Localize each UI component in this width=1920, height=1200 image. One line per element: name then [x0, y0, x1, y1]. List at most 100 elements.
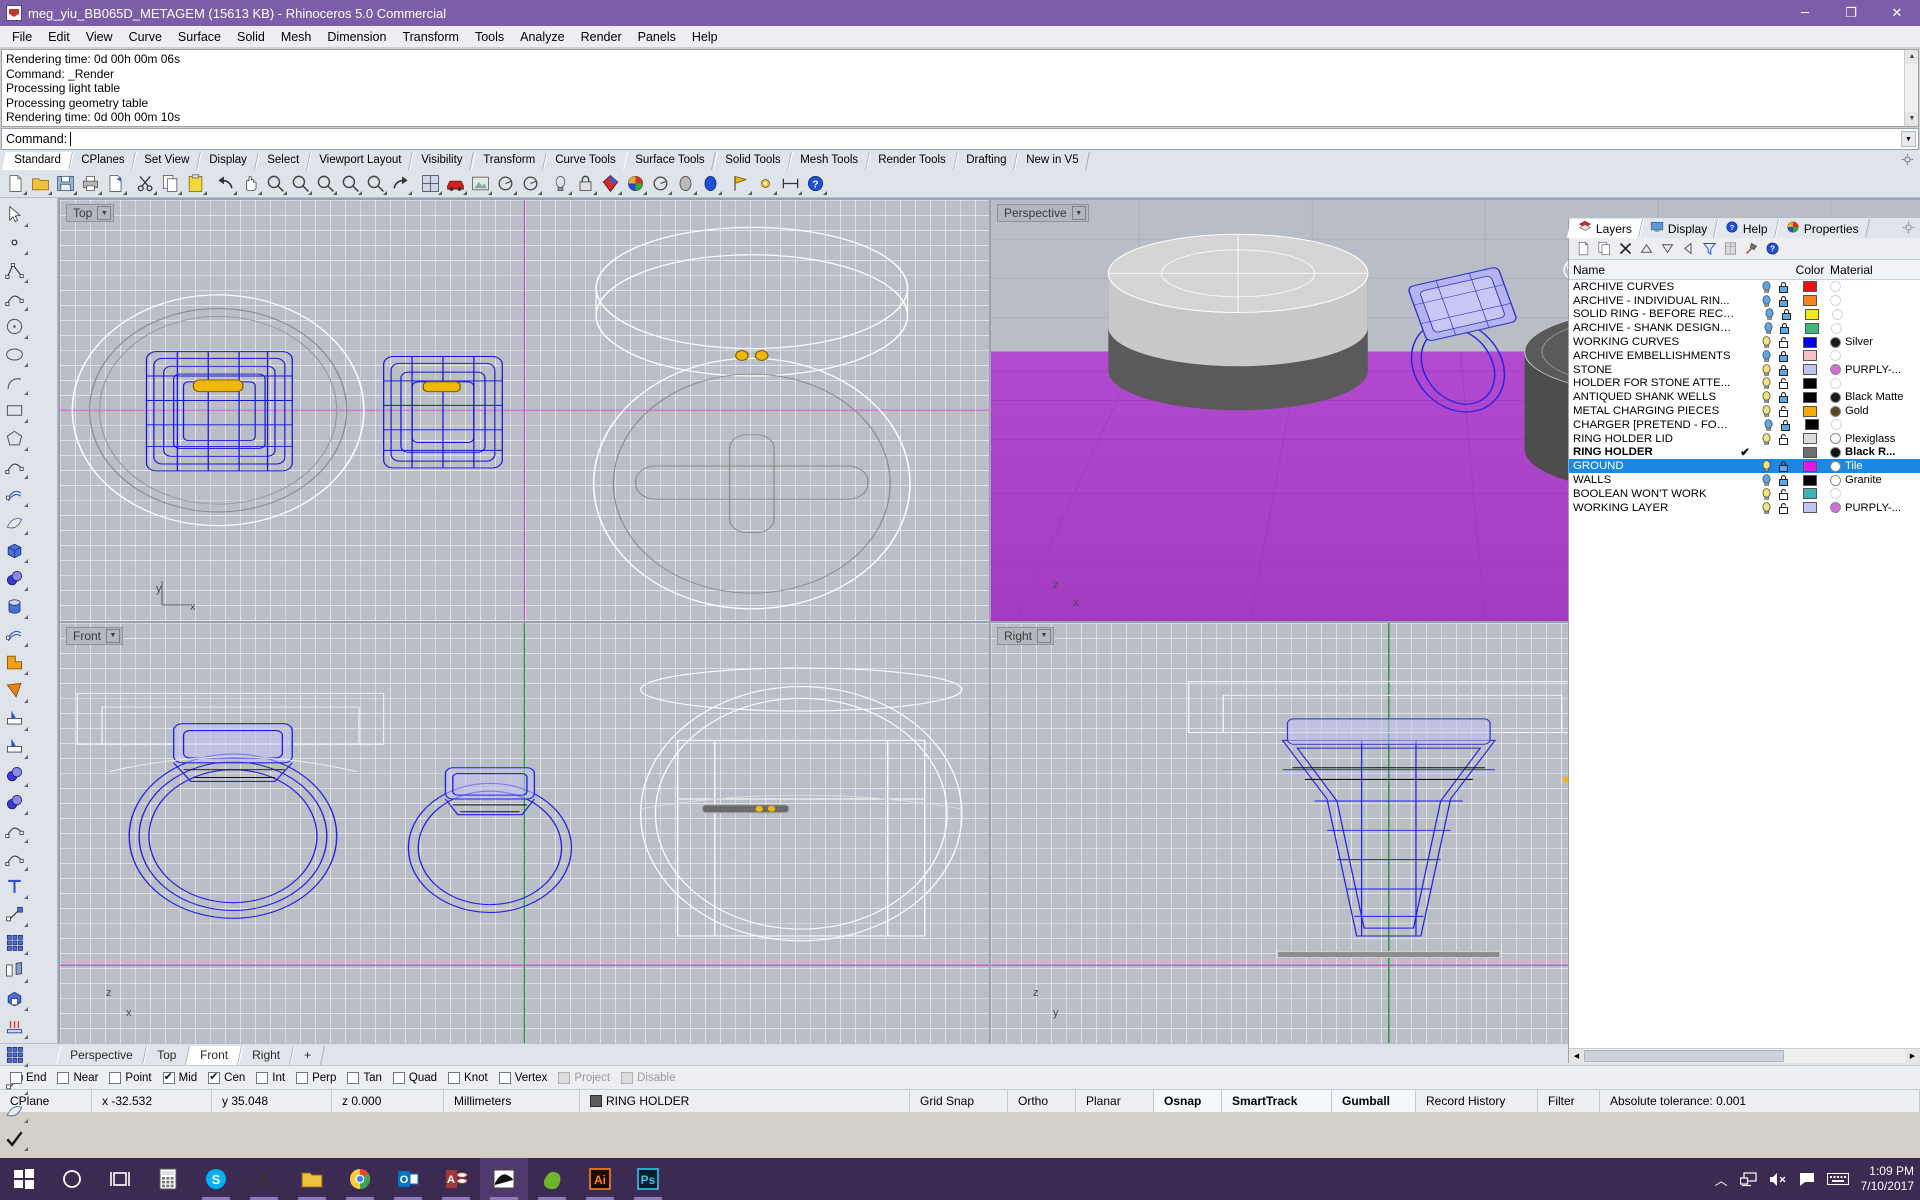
taskbar-cortana-search-icon[interactable]	[48, 1158, 96, 1200]
check-icon[interactable]	[0, 1124, 29, 1152]
current-layer-check[interactable]: ✔	[1732, 445, 1758, 459]
layer-lock-icon[interactable]	[1774, 391, 1792, 404]
sphere-render-icon[interactable]	[673, 171, 698, 196]
layer-material[interactable]: Black R...	[1828, 446, 1920, 458]
status-smarttrack-toggle[interactable]: SmartTrack	[1222, 1090, 1332, 1112]
scroll-thumb[interactable]	[1584, 1050, 1784, 1062]
add-viewport-tab-button[interactable]: +	[290, 1046, 326, 1065]
osnap-vertex[interactable]: Vertex	[495, 1071, 552, 1084]
layer-name[interactable]: ARCHIVE CURVES	[1569, 281, 1732, 293]
layer-material[interactable]	[1830, 308, 1920, 320]
close-button[interactable]: ✕	[1874, 0, 1920, 26]
panel-tab-layers[interactable]: Layers	[1566, 219, 1644, 238]
layer-material[interactable]: Tile	[1828, 460, 1920, 472]
osnap-checkbox[interactable]	[392, 1071, 405, 1084]
render-car-icon[interactable]	[443, 171, 468, 196]
layer-material[interactable]	[1829, 419, 1920, 431]
layer-lock-icon[interactable]	[1774, 364, 1792, 376]
layer-name[interactable]: WORKING LAYER	[1569, 502, 1732, 514]
layer-name[interactable]: RING HOLDER	[1569, 446, 1732, 458]
zoom-selected-icon[interactable]	[338, 171, 363, 196]
osnap-checkbox[interactable]	[109, 1071, 122, 1084]
top-viewport[interactable]: Top ▼ y x	[60, 200, 989, 621]
layer-row[interactable]: ARCHIVE EMBELLISHMENTS	[1569, 349, 1920, 363]
save-icon[interactable]	[53, 171, 78, 196]
column-header-color[interactable]: Color	[1792, 263, 1828, 277]
osnap-near[interactable]: Near	[53, 1071, 102, 1084]
menu-curve[interactable]: Curve	[121, 28, 170, 46]
move-up-icon[interactable]	[1636, 239, 1656, 259]
layer-color-swatch[interactable]	[1792, 377, 1828, 389]
sphere-icon[interactable]	[0, 564, 29, 592]
layer-color-swatch[interactable]	[1792, 488, 1828, 500]
four-view-layout-icon[interactable]	[418, 171, 443, 196]
layer-color-swatch[interactable]	[1792, 281, 1828, 293]
arc-icon[interactable]	[0, 368, 29, 396]
perspective-viewport-label[interactable]: Perspective ▼	[997, 204, 1089, 222]
layer-name[interactable]: METAL CHARGING PIECES	[1569, 405, 1732, 417]
layer-help-icon[interactable]: ?	[1762, 239, 1782, 259]
scroll-right-arrow[interactable]: ▶	[1905, 1049, 1920, 1063]
top-viewport-label[interactable]: Top ▼	[66, 204, 115, 222]
layer-row[interactable]: RING HOLDER ✔ Black R...	[1569, 445, 1920, 459]
taskbar-task-view-icon[interactable]	[96, 1158, 144, 1200]
rectangle-icon[interactable]	[0, 396, 29, 424]
menu-mesh[interactable]: Mesh	[273, 28, 320, 46]
taskbar-outlook-icon[interactable]: O	[384, 1158, 432, 1200]
taskbar-rhino-icon[interactable]	[480, 1158, 528, 1200]
layer-row[interactable]: WORKING CURVES Silver	[1569, 335, 1920, 349]
menu-dimension[interactable]: Dimension	[319, 28, 394, 46]
offset-curve-icon[interactable]	[0, 816, 29, 844]
curve-icon[interactable]	[0, 284, 29, 312]
layer-visibility-bulb-icon[interactable]	[1760, 322, 1776, 334]
layer-lock-icon[interactable]	[1774, 295, 1792, 307]
layer-visibility-bulb-icon[interactable]	[1758, 294, 1774, 307]
cap-icon[interactable]	[0, 984, 29, 1012]
toolbar-tab-set-view[interactable]: Set View	[132, 152, 202, 170]
taskbar-clock[interactable]: 1:09 PM 7/10/2017	[1861, 1164, 1914, 1194]
layer-material[interactable]	[1828, 295, 1920, 307]
network-icon[interactable]	[1739, 1171, 1757, 1187]
viewport-tab-perspective[interactable]: Perspective	[55, 1046, 147, 1065]
layer-lock-icon[interactable]	[1774, 488, 1792, 500]
layer-lock-icon[interactable]	[1774, 377, 1792, 390]
keyboard-icon[interactable]	[1826, 1172, 1849, 1186]
layer-row[interactable]: ARCHIVE CURVES	[1569, 280, 1920, 294]
layer-row[interactable]: ARCHIVE - SHANK DESIGNS...	[1569, 321, 1920, 335]
layer-name[interactable]: WALLS	[1569, 474, 1732, 486]
layer-color-swatch[interactable]	[1792, 336, 1828, 348]
osnap-int[interactable]: Int	[252, 1071, 289, 1084]
shade-icon[interactable]	[493, 171, 518, 196]
box-icon[interactable]	[0, 536, 29, 564]
cylinder-icon[interactable]	[0, 592, 29, 620]
layer-name[interactable]: SOLID RING - BEFORE RECE...	[1569, 308, 1736, 320]
volume-muted-icon[interactable]	[1769, 1172, 1787, 1187]
menu-help[interactable]: Help	[684, 28, 726, 46]
osnap-checkbox[interactable]	[347, 1071, 360, 1084]
layer-material[interactable]: Granite	[1828, 474, 1920, 486]
point-icon[interactable]	[0, 228, 29, 256]
surface-array-icon[interactable]	[0, 620, 29, 648]
boolean-union-icon[interactable]	[0, 648, 29, 676]
taskbar-rhino-render-icon[interactable]	[528, 1158, 576, 1200]
layer-visibility-bulb-icon[interactable]	[1758, 474, 1774, 486]
layer-row[interactable]: WORKING LAYER PURPLY-...	[1569, 501, 1920, 515]
panel-tab-properties[interactable]: Properties	[1775, 219, 1870, 238]
offset-dotted-icon[interactable]	[0, 844, 29, 872]
top-viewport-dropdown-icon[interactable]: ▼	[97, 206, 112, 220]
osnap-checkbox[interactable]	[448, 1071, 461, 1084]
layer-row[interactable]: SOLID RING - BEFORE RECE...	[1569, 308, 1920, 322]
layer-tools-hammer-icon[interactable]	[1741, 239, 1761, 259]
layer-color-swatch[interactable]	[1792, 474, 1828, 486]
osnap-knot[interactable]: Knot	[444, 1071, 492, 1084]
layer-lock-icon[interactable]	[1774, 474, 1792, 487]
layer-material[interactable]	[1828, 350, 1920, 362]
toolbar-tab-mesh-tools[interactable]: Mesh Tools	[788, 152, 870, 170]
osnap-checkbox[interactable]	[162, 1070, 175, 1084]
layer-lock-icon[interactable]	[1776, 419, 1794, 431]
layer-lock-icon[interactable]	[1774, 281, 1792, 293]
print-icon[interactable]	[78, 171, 103, 196]
taskbar-skype-icon[interactable]: S	[192, 1158, 240, 1200]
layer-name[interactable]: ARCHIVE EMBELLISHMENTS	[1569, 350, 1732, 362]
mirror-icon[interactable]	[0, 956, 29, 984]
